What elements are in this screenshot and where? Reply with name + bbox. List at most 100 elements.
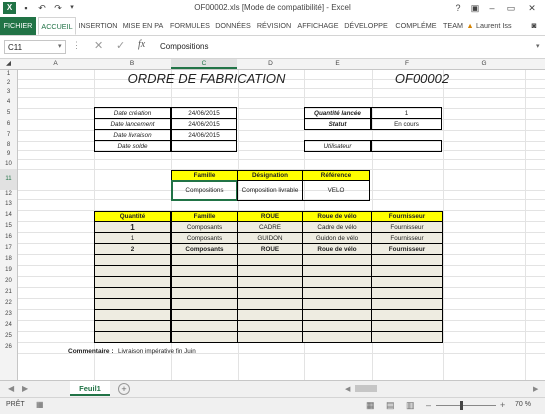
col-header-e[interactable]: E bbox=[304, 59, 371, 69]
row-header-24[interactable]: 24 bbox=[0, 320, 17, 331]
row-header-18[interactable]: 18 bbox=[0, 254, 17, 265]
tab-affichage[interactable]: AFFICHAGE bbox=[295, 17, 341, 35]
formula-bar: C11 ▾ ⋮ ✕ ✓ fx Compositions ▾ bbox=[0, 36, 545, 59]
sheet-tabs-bar: ◀ ▶ Feuil1 + ◀ ▶ bbox=[0, 380, 545, 397]
utilisateur-value[interactable] bbox=[371, 140, 442, 152]
tab-complements[interactable]: COMPLÉME bbox=[392, 17, 440, 35]
tab-developpeur[interactable]: DÉVELOPPE bbox=[342, 17, 390, 35]
zoom-level[interactable]: 70 % bbox=[515, 401, 531, 408]
col-header-f[interactable]: F bbox=[372, 59, 442, 69]
row-header-1[interactable]: 1 bbox=[0, 70, 17, 79]
gridline-col bbox=[525, 70, 526, 380]
row-header-26[interactable]: 26 bbox=[0, 342, 17, 353]
row-header-12[interactable]: 12 bbox=[0, 190, 17, 199]
row-header-4[interactable]: 4 bbox=[0, 97, 17, 108]
row-header-17[interactable]: 17 bbox=[0, 243, 17, 254]
document-title: ORDRE DE FABRICATION bbox=[127, 71, 286, 86]
col-header-c[interactable]: C bbox=[171, 59, 237, 69]
tab-formules[interactable]: FORMULES bbox=[168, 17, 212, 35]
row-header-19[interactable]: 19 bbox=[0, 265, 17, 276]
row-header-14[interactable]: 14 bbox=[0, 210, 17, 221]
tab-accueil[interactable]: ACCUEIL bbox=[38, 17, 76, 35]
product-reference-cell[interactable]: VELO bbox=[302, 180, 370, 201]
row-header-5[interactable]: 5 bbox=[0, 108, 17, 119]
page-break-view-icon[interactable]: ▥ bbox=[406, 400, 415, 411]
maximize-button[interactable]: ▭ bbox=[503, 1, 519, 15]
formula-input[interactable]: Compositions bbox=[160, 40, 540, 54]
row-header-3[interactable]: 3 bbox=[0, 88, 17, 97]
row-header-11[interactable]: 11 bbox=[0, 169, 17, 190]
row-header-13[interactable]: 13 bbox=[0, 199, 17, 210]
tab-team[interactable]: TEAM bbox=[442, 17, 464, 35]
lines-cell-fournisseur[interactable] bbox=[371, 331, 443, 343]
tab-fichier[interactable]: FICHIER bbox=[0, 17, 36, 35]
sheet-tab-feuil1[interactable]: Feuil1 bbox=[70, 381, 110, 396]
lines-cell-designation[interactable] bbox=[302, 331, 372, 343]
row-header-6[interactable]: 6 bbox=[0, 119, 17, 130]
tab-insertion[interactable]: INSERTION bbox=[77, 17, 119, 35]
add-sheet-icon[interactable]: + bbox=[118, 383, 130, 395]
scroll-right-icon[interactable]: ▶ bbox=[533, 385, 538, 393]
macro-record-icon[interactable]: ▦ bbox=[36, 400, 44, 409]
select-all-corner[interactable]: ◢ bbox=[0, 59, 17, 69]
name-box-dropdown-icon[interactable]: ▾ bbox=[58, 42, 62, 50]
ribbon-display-icon[interactable]: ▣ bbox=[467, 1, 483, 15]
status-mode: PRÊT bbox=[6, 401, 25, 408]
row-header-9[interactable]: 9 bbox=[0, 150, 17, 159]
help-button[interactable]: ? bbox=[450, 1, 466, 15]
comment-label: Commentaire : bbox=[68, 348, 114, 355]
user-avatar-icon[interactable]: ◙ bbox=[526, 17, 542, 35]
normal-view-icon[interactable]: ▦ bbox=[366, 400, 375, 411]
date-solde-value[interactable] bbox=[171, 140, 237, 152]
tab-revision[interactable]: RÉVISION bbox=[254, 17, 294, 35]
comment-value[interactable]: Livraison impérative fin Juin bbox=[118, 348, 196, 355]
title-bar: X ▪ ↶ ↷ ▾ OF00002.xls [Mode de compatibi… bbox=[0, 0, 545, 17]
name-box[interactable]: C11 bbox=[4, 40, 66, 54]
row-header-20[interactable]: 20 bbox=[0, 276, 17, 287]
enter-icon[interactable]: ✓ bbox=[116, 39, 125, 52]
row-header-25[interactable]: 25 bbox=[0, 331, 17, 342]
of-number: OF00002 bbox=[394, 71, 450, 86]
zoom-in-icon[interactable]: + bbox=[500, 400, 505, 410]
status-bar: PRÊT ▦ ▦ ▤ ▥ – + 70 % bbox=[0, 397, 545, 414]
row-header-7[interactable]: 7 bbox=[0, 130, 17, 141]
expand-formula-icon[interactable]: ▾ bbox=[536, 42, 540, 50]
row-header-2[interactable]: 2 bbox=[0, 79, 17, 88]
page-layout-view-icon[interactable]: ▤ bbox=[386, 400, 395, 411]
user-name[interactable]: Laurent Iss bbox=[476, 17, 526, 35]
product-designation-cell[interactable]: Composition livrable bbox=[237, 180, 303, 201]
row-header-10[interactable]: 10 bbox=[0, 159, 17, 169]
col-header-a[interactable]: A bbox=[18, 59, 93, 69]
product-famille-cell[interactable]: Compositions bbox=[171, 180, 238, 201]
zoom-out-icon[interactable]: – bbox=[426, 400, 431, 410]
worksheet[interactable]: ORDRE DE FABRICATION OF00002 Date créati… bbox=[18, 70, 545, 380]
lines-cell-roue[interactable] bbox=[237, 331, 303, 343]
zoom-slider-thumb[interactable] bbox=[460, 401, 463, 410]
col-header-b[interactable]: B bbox=[94, 59, 170, 69]
lines-cell-quantite[interactable] bbox=[94, 331, 171, 343]
row-header-22[interactable]: 22 bbox=[0, 298, 17, 309]
horizontal-scrollbar-thumb[interactable] bbox=[355, 385, 377, 392]
ribbon-tabs: FICHIER ACCUEIL INSERTION MISE EN PA FOR… bbox=[0, 17, 545, 36]
col-header-d[interactable]: D bbox=[238, 59, 303, 69]
insert-function-icon[interactable]: fx bbox=[138, 39, 145, 50]
zoom-slider[interactable] bbox=[436, 405, 496, 406]
col-header-g[interactable]: G bbox=[443, 59, 525, 69]
cancel-icon[interactable]: ✕ bbox=[94, 39, 103, 52]
tab-mise-en-page[interactable]: MISE EN PA bbox=[120, 17, 166, 35]
statut-value[interactable]: En cours bbox=[371, 118, 442, 130]
statut-label: Statut bbox=[304, 118, 371, 130]
lines-cell-famille[interactable] bbox=[171, 331, 238, 343]
prev-sheet-icon[interactable]: ◀ bbox=[8, 384, 14, 393]
close-button[interactable]: ✕ bbox=[524, 1, 540, 15]
row-header-23[interactable]: 23 bbox=[0, 309, 17, 320]
row-header-21[interactable]: 21 bbox=[0, 287, 17, 298]
row-header-15[interactable]: 15 bbox=[0, 221, 17, 232]
row-header-8[interactable]: 8 bbox=[0, 141, 17, 150]
tab-donnees[interactable]: DONNÉES bbox=[213, 17, 253, 35]
minimize-button[interactable]: – bbox=[484, 1, 500, 15]
row-header-16[interactable]: 16 bbox=[0, 232, 17, 243]
scroll-left-icon[interactable]: ◀ bbox=[345, 385, 350, 393]
next-sheet-icon[interactable]: ▶ bbox=[22, 384, 28, 393]
utilisateur-label: Utilisateur bbox=[304, 140, 371, 152]
